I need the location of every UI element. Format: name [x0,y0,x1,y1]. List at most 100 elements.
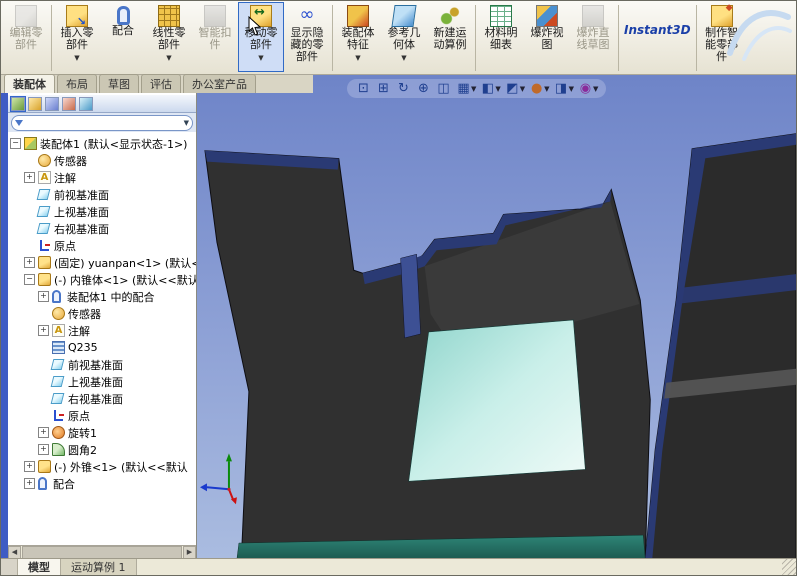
linear-component-pattern-button[interactable]: 线性零 部件 ▼ [146,2,192,72]
explode-line-sketch-button[interactable]: 爆炸直 线草图 [570,2,616,72]
hide-show-items-button[interactable]: ◩ ▼ [504,80,525,97]
dropdown-arrow-icon[interactable]: ▼ [471,85,476,93]
tree-item[interactable]: − 装配体1 (默认<显示状态-1>) [8,135,196,152]
sensors-icon [52,307,65,320]
tree-item[interactable]: 上视基准面 [8,373,196,390]
tree-item[interactable]: 前视基准面 [8,186,196,203]
tree-item-label: 前视基准面 [68,358,123,372]
tab-cmd-3[interactable]: 评估 [141,74,181,93]
smart-component-icon [710,2,733,27]
expand-toggle-icon[interactable]: + [38,291,49,302]
plane-icon [50,376,65,387]
pan-button[interactable]: ⊕ [415,80,432,97]
tree-item[interactable]: + 装配体1 中的配合 [8,288,196,305]
tree-item[interactable]: + 注解 [8,169,196,186]
instant3d-button[interactable]: Instant3D [621,2,694,72]
smart-fasteners-button[interactable]: 智能扣件 [192,2,238,72]
tree-item[interactable]: 前视基准面 [8,356,196,373]
smart-fasteners-icon [204,5,226,27]
featuremanager-tab-icon[interactable] [10,95,26,112]
dropdown-arrow-icon[interactable]: ▼ [258,52,263,64]
tab-motion-study[interactable]: 运动算例 1 [61,559,137,575]
filter-input[interactable] [26,116,184,129]
tree-item[interactable]: 右视基准面 [8,220,196,237]
tree-item[interactable]: + 配合 [8,475,196,492]
display-style-button[interactable]: ◧ ▼ [479,80,501,97]
tab-cmd-1[interactable]: 布局 [57,74,97,93]
graphics-viewport[interactable]: ⊡ ⊞ ↻ ⊕ ◫ ▦ ▼ ◧ ▼ ◩ ▼ ● ▼ ◨ ▼ ◉ ▼ [197,75,796,559]
statusbar-splitter[interactable] [1,559,18,575]
dimxpertmanager-tab-icon[interactable] [62,96,76,111]
tree-item[interactable]: − (-) 内锥体<1> (默认<<默认 [8,271,196,288]
exploded-view-button[interactable]: 爆炸视图 [524,2,570,72]
dropdown-arrow-icon[interactable]: ▼ [593,85,598,93]
tree-item[interactable]: 原点 [8,237,196,254]
expand-toggle-icon[interactable]: + [38,325,49,336]
tree-item[interactable]: 上视基准面 [8,203,196,220]
mates-in-assembly-icon [52,290,61,303]
tab-assembly[interactable]: 装配体 [4,74,55,93]
bill-of-materials-button[interactable]: 材料明 细表 [478,2,524,72]
show-hidden-components-button[interactable]: 显示隐藏的零部件 [284,2,330,72]
linear-pattern-icon [158,5,180,27]
view-settings-button[interactable]: ◉ ▼ [577,80,599,97]
reference-geometry-button[interactable]: 参考几 何体 ▼ [381,2,427,72]
dropdown-arrow-icon[interactable]: ▼ [544,85,549,93]
zoom-area-button[interactable]: ⊞ [375,80,392,97]
tab-model[interactable]: 模型 [18,559,61,575]
panel-horizontal-scrollbar[interactable]: ◀ ▶ [8,545,196,559]
new-motion-study-button[interactable]: 新建运 动算例 [427,2,473,72]
expand-toggle-icon[interactable]: + [38,444,49,455]
displaymanager-tab-icon[interactable] [79,96,93,111]
resize-grip[interactable] [782,559,796,575]
tree-item[interactable]: 传感器 [8,305,196,322]
status-bar: 模型 运动算例 1 [1,558,796,575]
expand-toggle-icon[interactable]: + [24,478,35,489]
hide-show-items-icon: ◩ [506,81,519,96]
tree-item[interactable]: 原点 [8,407,196,424]
tree-item[interactable]: + 注解 [8,322,196,339]
zoom-fit-button[interactable]: ⊡ [355,80,372,97]
tab-cmd-2[interactable]: 草图 [99,74,139,93]
filter-box[interactable]: ▼ [11,114,193,131]
view-orientation-button[interactable]: ▦ ▼ [455,80,476,97]
tree-item[interactable]: + (-) 外锥<1> (默认<<默认 [8,458,196,475]
move-component-button[interactable]: 移动零部件▼ [238,2,284,72]
section-view-button[interactable]: ◫ [435,80,452,97]
edit-appearance-button[interactable]: ● ▼ [528,80,550,97]
dropdown-arrow-icon[interactable]: ▼ [569,85,574,93]
edit-component-button[interactable]: 编辑零 部件 [3,2,49,72]
configurationmanager-tab-icon[interactable] [45,96,59,111]
study-tab-bar: 模型 运动算例 1 [18,559,137,575]
model-cyan-surface[interactable] [408,319,586,482]
insert-component-button[interactable]: 插入零部件▼ [54,2,100,72]
expand-toggle-icon[interactable]: + [24,257,35,268]
expand-toggle-icon[interactable]: + [38,427,49,438]
assembly-features-button[interactable]: 装配体 特征 ▼ [335,2,381,72]
tab-cmd-4[interactable]: 办公室产品 [183,74,256,93]
make-smart-component-button[interactable]: 制作智能零部件 [699,2,745,72]
viewport-canvas[interactable] [197,75,796,559]
expand-toggle-icon[interactable]: + [24,461,35,472]
mate-button[interactable]: 配合 [100,2,146,72]
dropdown-arrow-icon[interactable]: ▼ [495,85,500,93]
expand-toggle-icon[interactable]: + [24,172,35,183]
tree-item[interactable]: 右视基准面 [8,390,196,407]
rotate-view-button[interactable]: ↻ [395,80,412,97]
expand-toggle-icon[interactable]: − [10,138,21,149]
tree-item[interactable]: Q235 [8,339,196,356]
annotations-icon [52,324,65,337]
tree-item[interactable]: + (固定) yuanpan<1> (默认< [8,254,196,271]
apply-scene-button[interactable]: ◨ ▼ [553,80,574,97]
tree-item[interactable]: + 圆角2 [8,441,196,458]
dropdown-arrow-icon[interactable]: ▼ [355,52,360,64]
dropdown-arrow-icon[interactable]: ▼ [166,52,171,64]
tree-item[interactable]: + 旋转1 [8,424,196,441]
dropdown-arrow-icon[interactable]: ▼ [74,52,79,64]
propertymanager-tab-icon[interactable] [28,96,42,111]
dropdown-arrow-icon[interactable]: ▼ [520,85,525,93]
tree-item[interactable]: 传感器 [8,152,196,169]
expand-toggle-icon[interactable]: − [24,274,35,285]
dropdown-arrow-icon[interactable]: ▼ [401,52,406,64]
filter-dropdown-icon[interactable]: ▼ [184,119,189,127]
